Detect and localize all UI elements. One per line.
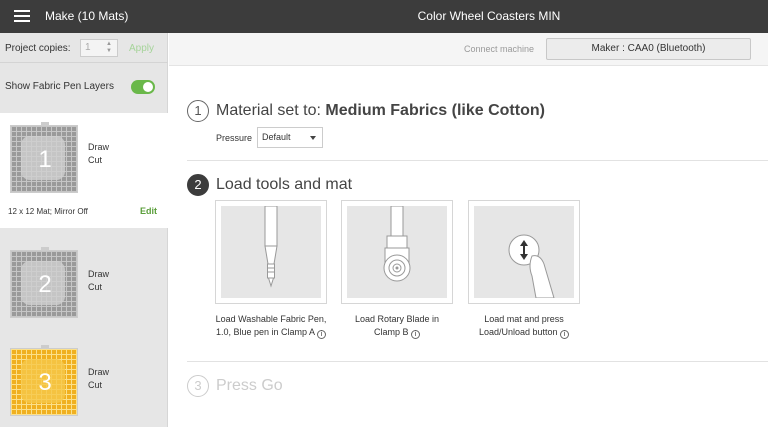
- tool-card-rotary-blade: [341, 200, 453, 304]
- mat-number: 3: [38, 369, 52, 396]
- fabric-pen-toggle[interactable]: [131, 80, 155, 94]
- material-name[interactable]: Medium Fabrics (like Cotton): [325, 102, 545, 119]
- project-copies-label: Project copies:: [5, 43, 71, 54]
- load-mat-caption: Load mat and press Load/Unload button i: [468, 313, 580, 339]
- pen-caption-text: Load Washable Fabric Pen, 1.0, Blue pen …: [215, 314, 327, 337]
- pen-illustration: [221, 206, 321, 298]
- mat-op-cut: Cut: [88, 282, 103, 292]
- tool-card-pen: [215, 200, 327, 304]
- project-copies-row: Project copies: 1 ▲ ▼ Apply: [0, 33, 168, 63]
- load-mat-caption-text: Load mat and press Load/Unload button: [478, 314, 564, 337]
- mat-item-2[interactable]: 2 Draw Cut: [0, 238, 168, 338]
- fabric-pen-icon: [264, 206, 278, 288]
- connect-bar: Connect machine Maker : CAA0 (Bluetooth): [169, 33, 768, 66]
- mat-number: 2: [38, 271, 52, 298]
- fabric-pen-row: Show Fabric Pen Layers: [0, 73, 168, 99]
- toggle-knob: [143, 82, 153, 92]
- step-number: 2: [187, 174, 209, 196]
- project-copies-input[interactable]: 1: [80, 39, 118, 57]
- mat-op-cut: Cut: [88, 380, 103, 390]
- mat-info: 12 x 12 Mat; Mirror Off: [8, 207, 88, 216]
- mat-op-draw: Draw: [88, 142, 110, 152]
- fabric-pen-label: Show Fabric Pen Layers: [5, 81, 114, 92]
- pressure-label: Pressure: [216, 133, 253, 143]
- mat-op-draw: Draw: [88, 367, 110, 377]
- step-number: 3: [187, 375, 209, 397]
- step-2-title: Load tools and mat: [216, 176, 353, 193]
- mat-item-3[interactable]: 3 Draw Cut: [0, 338, 168, 427]
- mat-operations: Draw Cut: [88, 366, 109, 392]
- mat-thumbnail: 2: [10, 247, 78, 318]
- material-prefix: Material set to:: [216, 102, 326, 119]
- rotary-caption: Load Rotary Blade in Clamp B i: [341, 313, 453, 339]
- info-icon[interactable]: i: [411, 330, 421, 339]
- load-illustration: [474, 206, 574, 298]
- step-3-title: Press Go: [216, 377, 283, 394]
- sidebar: Project copies: 1 ▲ ▼ Apply Show Fabric P…: [0, 33, 168, 427]
- step-divider: [187, 160, 768, 161]
- project-title: Color Wheel Coasters MIN: [417, 9, 561, 23]
- info-icon[interactable]: i: [560, 330, 570, 339]
- step-number: 1: [187, 100, 209, 122]
- step-1-title: Material set to: Medium Fabrics (like Co…: [216, 102, 545, 120]
- mat-item-1[interactable]: 1 Draw Cut 12 x 12 Mat; Mirror Off Edit: [0, 113, 168, 228]
- pressure-value: Default: [262, 132, 291, 142]
- top-bar: Make (10 Mats) Color Wheel Coasters MIN: [0, 0, 768, 33]
- mat-op-draw: Draw: [88, 269, 110, 279]
- rotary-caption-text: Load Rotary Blade in Clamp B: [354, 314, 440, 337]
- pen-caption: Load Washable Fabric Pen, 1.0, Blue pen …: [215, 313, 327, 339]
- info-icon[interactable]: i: [317, 330, 327, 339]
- tool-card-load-mat: [468, 200, 580, 304]
- mat-number: 1: [38, 146, 52, 173]
- step-divider: [187, 361, 768, 362]
- mat-edit-button[interactable]: Edit: [140, 206, 157, 216]
- rotary-illustration: [347, 206, 447, 298]
- main-panel: Connect machine Maker : CAA0 (Bluetooth)…: [169, 33, 768, 427]
- copies-spinner-icon[interactable]: ▲ ▼: [106, 41, 112, 55]
- mat-thumbnail: 3: [10, 345, 78, 416]
- apply-button[interactable]: Apply: [129, 43, 154, 54]
- load-unload-button-icon: [508, 234, 555, 298]
- chevron-down-icon: [310, 136, 316, 140]
- maker-machine-button[interactable]: Maker : CAA0 (Bluetooth): [546, 38, 751, 60]
- rotary-blade-icon: [383, 206, 411, 282]
- connect-machine-label: Connect machine: [464, 44, 535, 54]
- pressure-select[interactable]: Default: [257, 127, 323, 148]
- mat-op-cut: Cut: [88, 155, 103, 165]
- mat-thumbnail: 1: [10, 122, 78, 193]
- mat-operations: Draw Cut: [88, 141, 109, 167]
- mat-operations: Draw Cut: [88, 268, 109, 294]
